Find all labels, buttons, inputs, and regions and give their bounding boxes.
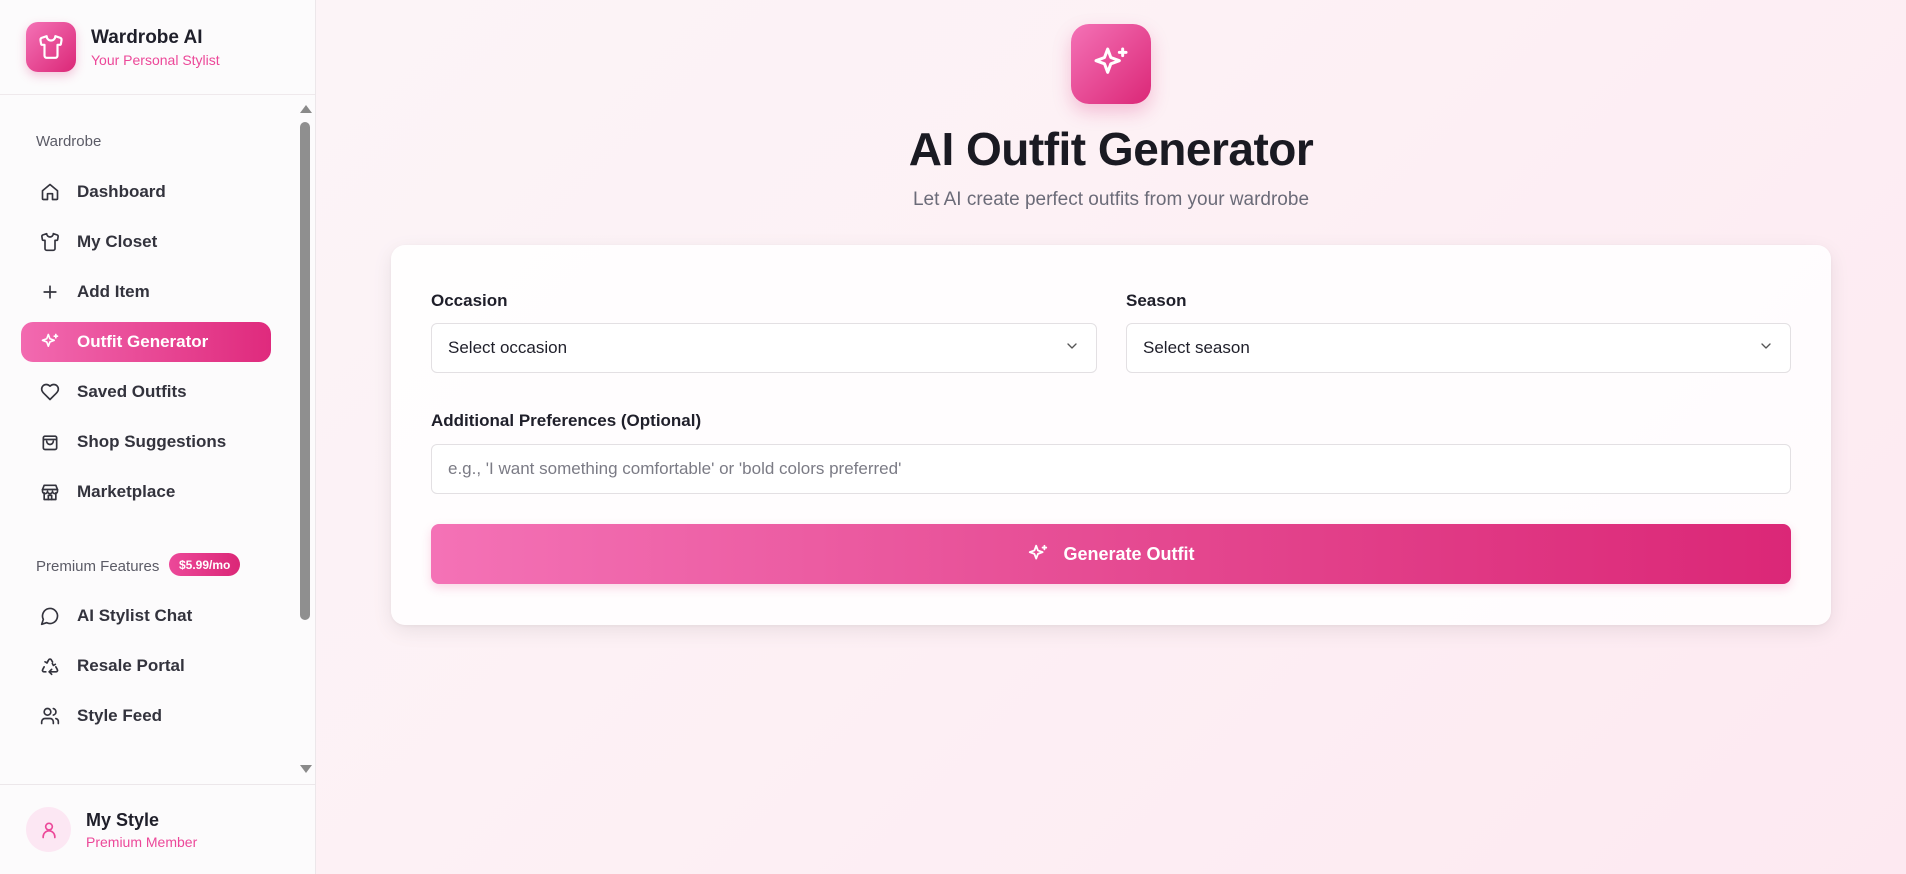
user-profile[interactable]: My Style Premium Member (0, 784, 315, 874)
sidebar-item-label: Saved Outfits (77, 382, 187, 401)
home-icon (39, 181, 61, 203)
preferences-label: Additional Preferences (Optional) (431, 411, 702, 430)
sparkles-icon (1071, 24, 1151, 104)
sidebar-item-ai-stylist-chat[interactable]: AI Stylist Chat (21, 596, 271, 636)
sidebar-scrollbar[interactable] (298, 96, 312, 784)
sidebar-item-label: AI Stylist Chat (77, 606, 193, 625)
app-title: Wardrobe AI (91, 26, 203, 48)
sidebar-item-resale-portal[interactable]: Resale Portal (21, 646, 271, 686)
store-icon (39, 481, 61, 503)
shopping-bag-icon (39, 431, 61, 453)
users-icon (39, 705, 61, 727)
chevron-down-icon (1758, 338, 1774, 359)
heart-icon (39, 381, 61, 403)
app-subtitle: Your Personal Stylist (91, 51, 220, 68)
sparkles-icon (1027, 543, 1049, 565)
shirt-icon (39, 231, 61, 253)
section-label-premium: Premium Features (36, 558, 160, 575)
page-subtitle: Let AI create perfect outfits from your … (912, 189, 1310, 210)
user-name: My Style (86, 809, 160, 830)
sidebar-nav: Wardrobe Dashboard My Closet Add Item Ou… (0, 96, 298, 784)
user-role: Premium Member (86, 833, 198, 850)
user-icon (26, 807, 71, 852)
sidebar-item-label: Marketplace (77, 482, 176, 501)
chevron-down-icon (1064, 338, 1080, 359)
sidebar-item-label: Resale Portal (77, 656, 185, 675)
chat-bubble-icon (39, 605, 61, 627)
sidebar-item-label: My Closet (77, 232, 158, 251)
sidebar-item-saved-outfits[interactable]: Saved Outfits (21, 372, 271, 412)
scroll-down-arrow-icon[interactable] (300, 765, 312, 773)
sidebar-item-label: Style Feed (77, 706, 163, 725)
outfit-form-card: Occasion Select occasion Season Select s… (391, 245, 1831, 625)
plus-icon (39, 281, 61, 303)
sidebar-item-dashboard[interactable]: Dashboard (21, 172, 271, 212)
page-title: AI Outfit Generator (908, 123, 1314, 175)
recycle-icon (39, 655, 61, 677)
scrollbar-thumb[interactable] (300, 122, 310, 620)
shirt-icon (26, 22, 76, 72)
sidebar-item-marketplace[interactable]: Marketplace (21, 472, 271, 512)
season-label: Season (1126, 291, 1187, 310)
section-label-wardrobe: Wardrobe (36, 133, 102, 150)
sidebar: Wardrobe AI Your Personal Stylist Wardro… (0, 0, 316, 874)
occasion-select[interactable]: Select occasion (431, 323, 1097, 373)
sidebar-item-my-closet[interactable]: My Closet (21, 222, 271, 262)
season-select[interactable]: Select season (1126, 323, 1791, 373)
sidebar-item-label: Add Item (77, 282, 150, 301)
sidebar-item-add-item[interactable]: Add Item (21, 272, 271, 312)
sidebar-item-style-feed[interactable]: Style Feed (21, 696, 271, 736)
premium-price-badge: $5.99/mo (169, 553, 241, 576)
generate-outfit-button[interactable]: Generate Outfit (431, 524, 1791, 584)
occasion-select-value: Select occasion (448, 338, 568, 357)
scroll-up-arrow-icon[interactable] (300, 105, 312, 113)
sidebar-item-label: Dashboard (77, 182, 166, 201)
generate-button-label: Generate Outfit (1063, 543, 1195, 564)
sidebar-item-label: Outfit Generator (77, 332, 209, 351)
preferences-input[interactable] (431, 444, 1791, 494)
occasion-label: Occasion (431, 291, 508, 310)
season-select-value: Select season (1143, 338, 1250, 357)
main-content: AI Outfit Generator Let AI create perfec… (316, 0, 1906, 874)
sidebar-item-label: Shop Suggestions (77, 432, 227, 451)
brand-header: Wardrobe AI Your Personal Stylist (0, 0, 315, 95)
sparkles-icon (39, 331, 61, 353)
sidebar-item-shop-suggestions[interactable]: Shop Suggestions (21, 422, 271, 462)
sidebar-item-outfit-generator[interactable]: Outfit Generator (21, 322, 271, 362)
